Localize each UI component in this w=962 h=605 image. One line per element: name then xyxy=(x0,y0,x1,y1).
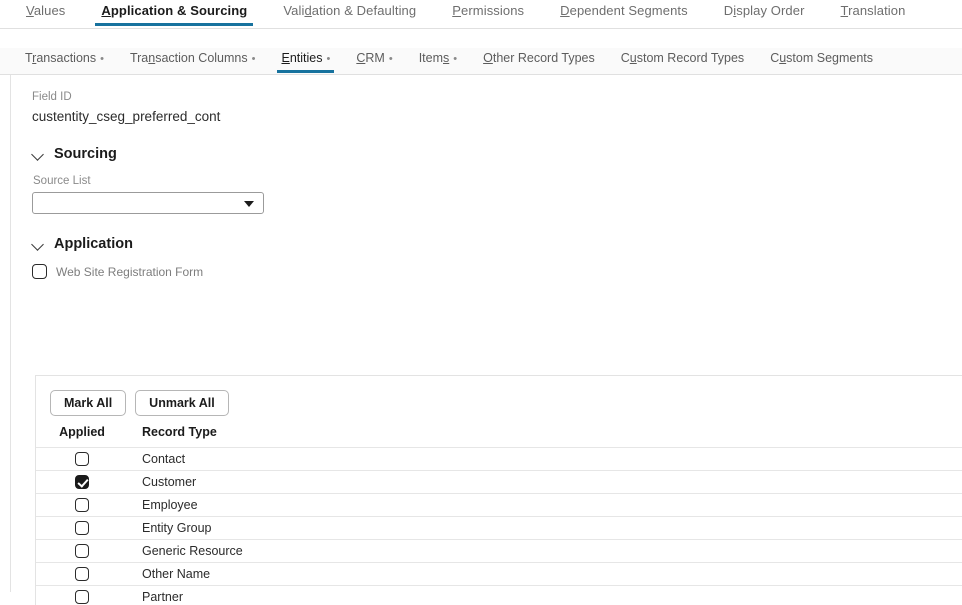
tab-marker-dot: • xyxy=(453,53,458,65)
record-type-table: Applied Record Type Contact Customer Emplo… xyxy=(36,425,962,605)
subtab-custom-record-types[interactable]: Custom Record Types xyxy=(608,48,757,73)
table-row: Partner xyxy=(36,585,962,605)
tab-validation-defaulting[interactable]: Validation & Defaulting xyxy=(265,0,434,26)
secondary-tab-bar: Transactions • Transaction Columns • Entitie… xyxy=(0,48,962,75)
cell-record-type: Entity Group xyxy=(128,516,962,540)
source-list-label: Source List xyxy=(33,175,91,187)
web-site-registration-form-label: Web Site Registration Form xyxy=(56,264,204,279)
primary-tab-bar: Values Application & Sourcing Validation &… xyxy=(0,0,962,29)
application-section-header[interactable]: Application xyxy=(32,236,962,252)
tab-display-order[interactable]: Display Order xyxy=(706,0,823,26)
field-id-value: custentity_cseg_preferred_cont xyxy=(32,109,221,124)
mark-all-button[interactable]: Mark All xyxy=(50,390,127,416)
application-section-title: Application xyxy=(54,236,133,252)
subtab-other-record-types[interactable]: Other Record Types xyxy=(470,48,608,73)
field-id-label: Field ID xyxy=(32,91,72,103)
content-area: Field ID custentity_cseg_preferred_cont … xyxy=(0,75,962,605)
sourcing-section-title: Sourcing xyxy=(54,146,117,162)
table-row: Customer xyxy=(36,470,962,494)
subtab-entities[interactable]: Entities • xyxy=(268,48,343,73)
cell-record-type: Customer xyxy=(128,470,962,494)
tab-translation[interactable]: Translation xyxy=(823,0,924,26)
applied-checkbox[interactable] xyxy=(75,544,89,559)
table-row: Employee xyxy=(36,493,962,517)
tab-dependent-segments[interactable]: Dependent Segments xyxy=(542,0,706,26)
record-type-toolbar: Mark All Unmark All xyxy=(36,376,962,416)
table-row: Other Name xyxy=(36,562,962,586)
cell-record-type: Partner xyxy=(128,585,962,605)
table-row: Contact xyxy=(36,447,962,471)
sourcing-section-header[interactable]: Sourcing xyxy=(32,146,962,162)
column-header-record-type: Record Type xyxy=(142,425,217,439)
applied-checkbox[interactable] xyxy=(75,452,89,467)
cell-applied xyxy=(36,516,128,540)
cell-applied xyxy=(36,539,128,563)
subtab-transaction-columns[interactable]: Transaction Columns • xyxy=(117,48,269,73)
cell-record-type: Employee xyxy=(128,493,962,517)
record-type-panel: Mark All Unmark All Applied Record Type … xyxy=(35,375,962,605)
applied-checkbox[interactable] xyxy=(75,567,89,582)
cell-applied xyxy=(36,493,128,517)
chevron-down-icon xyxy=(32,238,45,251)
applied-checkbox[interactable] xyxy=(75,498,89,513)
tab-permissions[interactable]: Permissions xyxy=(434,0,542,26)
chevron-down-icon xyxy=(244,201,254,207)
source-list-select[interactable] xyxy=(32,192,264,214)
subtab-transactions[interactable]: Transactions • xyxy=(12,48,117,73)
record-type-table-body: Contact Customer Employee Entity Group Gener… xyxy=(36,447,962,605)
subtab-custom-segments[interactable]: Custom Segments xyxy=(757,48,886,73)
applied-checkbox[interactable] xyxy=(75,475,89,490)
cell-record-type: Generic Resource xyxy=(128,539,962,563)
tab-marker-dot: • xyxy=(388,53,393,65)
cell-record-type: Other Name xyxy=(128,562,962,586)
column-header-applied: Applied xyxy=(59,425,105,439)
cell-applied xyxy=(36,562,128,586)
chevron-down-icon xyxy=(32,148,45,161)
subtab-items[interactable]: Items • xyxy=(406,48,470,73)
table-header-row: Applied Record Type xyxy=(36,425,962,448)
tab-marker-dot: • xyxy=(326,53,331,65)
secondary-tab-bar-wrapper: Transactions • Transaction Columns • Entitie… xyxy=(0,29,962,75)
table-row: Entity Group xyxy=(36,516,962,540)
unmark-all-button[interactable]: Unmark All xyxy=(135,390,229,416)
cell-record-type: Contact xyxy=(128,447,962,471)
subtab-crm[interactable]: CRM • xyxy=(343,48,405,73)
applied-checkbox[interactable] xyxy=(75,590,89,605)
tab-marker-dot: • xyxy=(100,53,104,65)
form-body: Field ID custentity_cseg_preferred_cont … xyxy=(11,75,962,279)
table-row: Generic Resource xyxy=(36,539,962,563)
record-type-table-head: Applied Record Type xyxy=(36,425,962,448)
cell-applied xyxy=(36,585,128,605)
cell-applied xyxy=(36,447,128,471)
left-rail-divider xyxy=(10,75,11,592)
cell-applied xyxy=(36,470,128,494)
tab-application-sourcing[interactable]: Application & Sourcing xyxy=(83,0,265,26)
applied-checkbox[interactable] xyxy=(75,521,89,536)
tab-marker-dot: • xyxy=(251,53,256,65)
web-site-registration-form-checkbox[interactable] xyxy=(32,264,47,279)
web-site-registration-form-row: Web Site Registration Form xyxy=(32,264,962,279)
tab-values[interactable]: Values xyxy=(8,0,83,26)
field-id-group: Field ID custentity_cseg_preferred_cont xyxy=(32,91,962,124)
